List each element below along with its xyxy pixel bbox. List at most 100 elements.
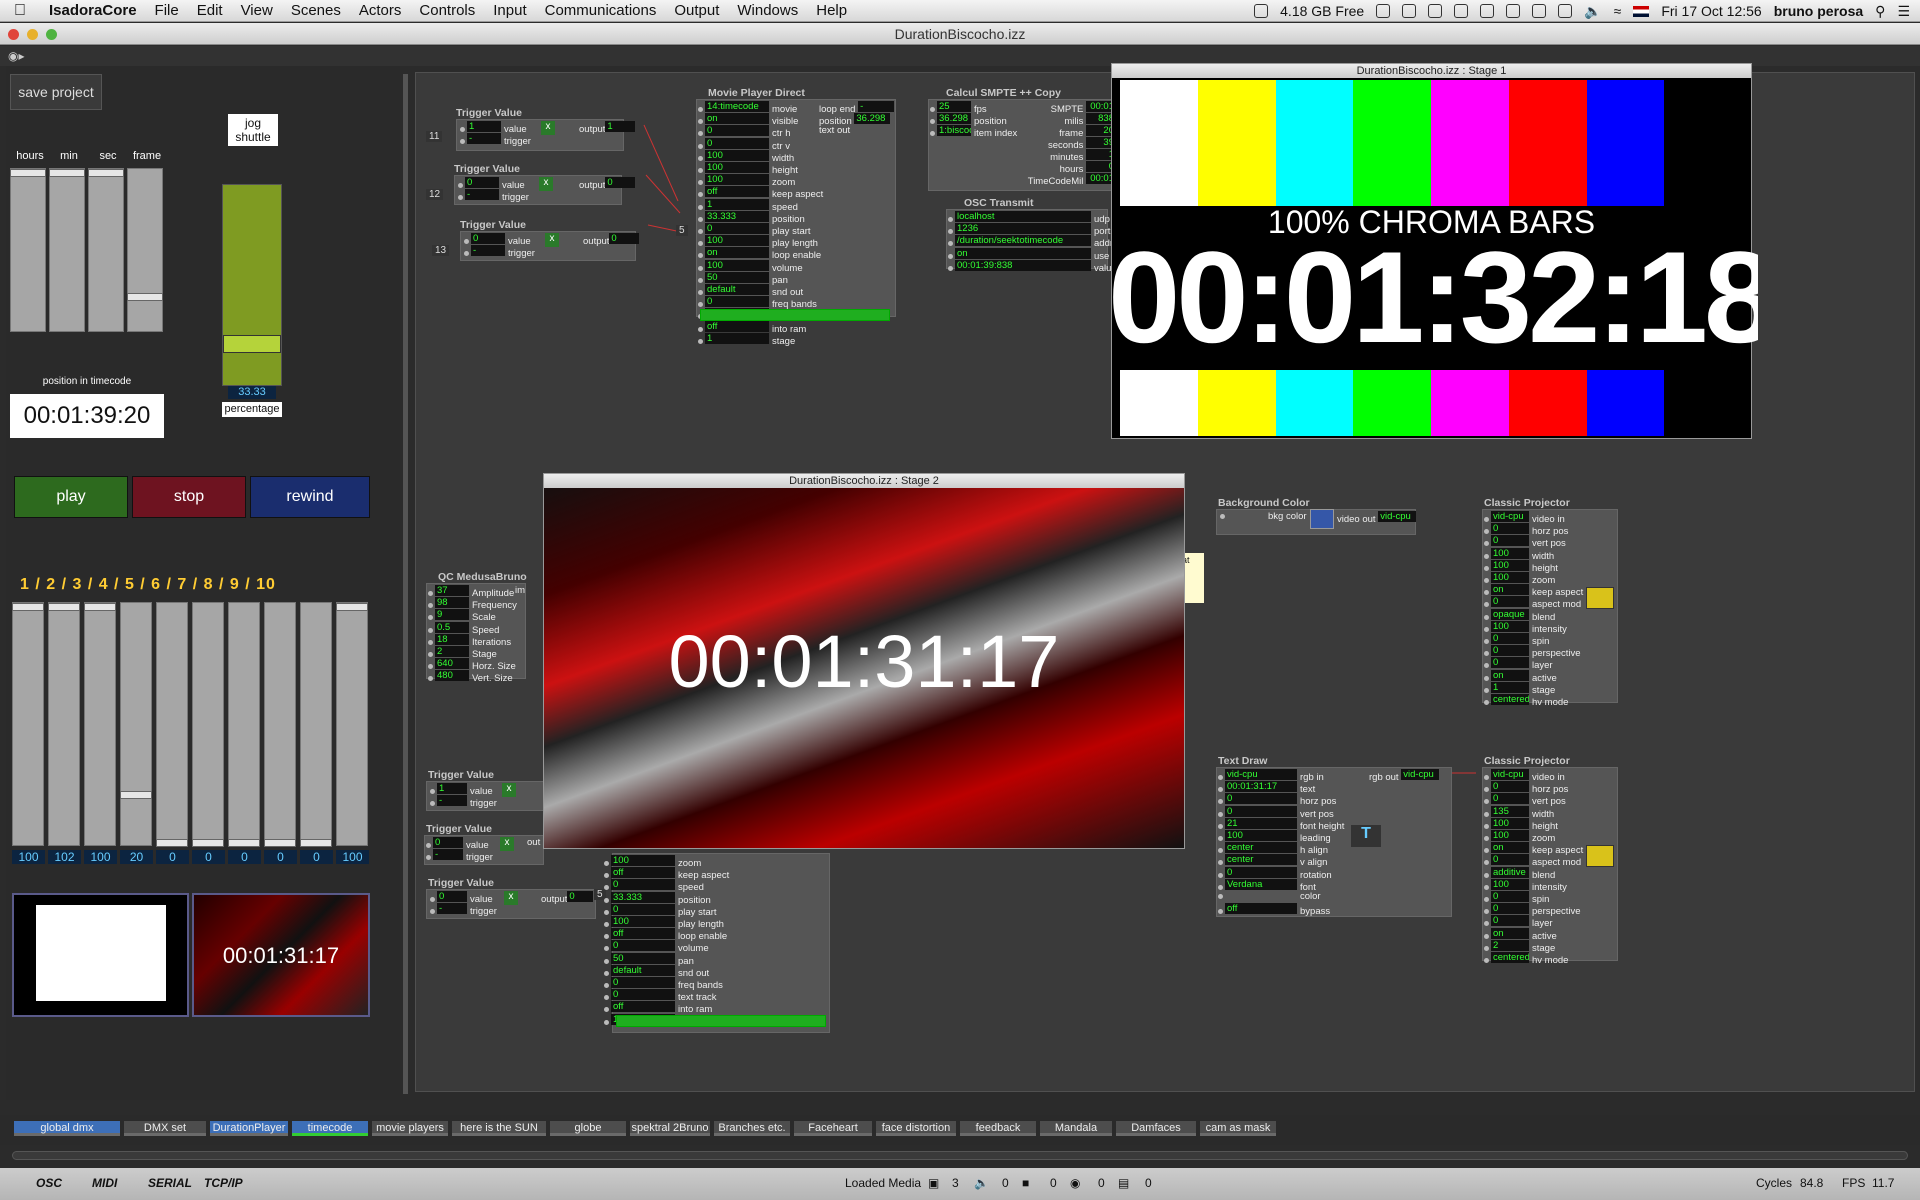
value-field[interactable]: 100 (1491, 817, 1529, 829)
movie-progress-bar[interactable] (700, 309, 890, 321)
record-icon[interactable] (1480, 4, 1495, 18)
minimize-window-icon[interactable] (27, 29, 38, 40)
display-icon[interactable] (1506, 4, 1521, 18)
value-field[interactable]: 100 (611, 916, 675, 927)
inlet-icon[interactable] (1484, 848, 1489, 854)
inlet-icon[interactable] (1218, 799, 1223, 805)
trigger-field[interactable]: - (465, 189, 499, 200)
value-field[interactable]: off (611, 1001, 675, 1013)
value-field[interactable]: vid-cpu (1225, 769, 1297, 780)
time-machine-icon[interactable] (1532, 4, 1547, 18)
sync-icon[interactable] (1376, 4, 1391, 18)
inlet-icon[interactable] (1218, 787, 1223, 793)
value-field[interactable]: 100 (1491, 559, 1529, 571)
value-field[interactable]: off (1225, 903, 1297, 915)
scene-tab[interactable]: timecode (292, 1121, 368, 1136)
value-field[interactable]: 0 (1491, 915, 1529, 927)
value-field[interactable]: 0 (1225, 805, 1297, 817)
inlet-icon[interactable] (604, 934, 609, 940)
value-field[interactable]: 100 (705, 174, 769, 186)
value-field[interactable]: 14:timecode (705, 101, 769, 112)
channel-fader-6[interactable] (192, 602, 224, 847)
hours-fader[interactable] (10, 168, 46, 332)
value-field[interactable]: 21 (1225, 817, 1297, 829)
menu-view[interactable]: View (232, 2, 282, 19)
inlet-icon[interactable] (458, 194, 463, 200)
fader-knob[interactable] (49, 169, 85, 177)
inlet-icon[interactable] (604, 909, 609, 915)
value-field[interactable]: /duration/seektotimecode (955, 235, 1091, 247)
inlet-icon[interactable] (1484, 860, 1489, 866)
value-field[interactable]: off (705, 320, 769, 332)
inlet-icon[interactable] (698, 326, 703, 332)
menu-scenes[interactable]: Scenes (282, 2, 350, 19)
inlet-icon[interactable] (698, 180, 703, 186)
jog-shuttle-slider[interactable] (222, 184, 282, 386)
stage2-preview[interactable]: 00:01:31:17 (192, 893, 370, 1017)
inlet-icon[interactable] (428, 603, 433, 609)
inlet-icon[interactable] (1218, 893, 1223, 899)
mail-icon[interactable] (1428, 4, 1443, 18)
value-field[interactable]: 100 (1491, 830, 1529, 841)
value-field[interactable]: 1 (467, 121, 501, 132)
inlet-icon[interactable] (698, 155, 703, 161)
value-field[interactable]: 0 (611, 977, 675, 988)
inlet-icon[interactable] (948, 253, 953, 259)
inlet-icon[interactable] (1218, 872, 1223, 878)
value-field[interactable]: 0 (437, 891, 467, 902)
value-field[interactable]: 100 (705, 235, 769, 247)
value-field[interactable]: 0 (1491, 657, 1529, 669)
inlet-icon[interactable] (1484, 651, 1489, 657)
inlet-icon[interactable] (698, 277, 703, 283)
inlet-icon[interactable] (1484, 529, 1489, 535)
inlet-icon[interactable] (1484, 590, 1489, 596)
value-field[interactable]: 0 (433, 837, 463, 848)
value-field[interactable]: 1 (437, 783, 467, 794)
value-field[interactable]: 100 (705, 162, 769, 173)
value-field[interactable]: center (1225, 842, 1297, 854)
inlet-icon[interactable] (604, 885, 609, 891)
value-field[interactable]: 0 (1491, 535, 1529, 547)
inlet-icon[interactable] (1484, 687, 1489, 693)
inlet-icon[interactable] (604, 995, 609, 1001)
value-field[interactable]: 100 (1491, 878, 1529, 890)
inlet-icon[interactable] (698, 143, 703, 149)
value-field[interactable]: on (1491, 927, 1529, 939)
inlet-icon[interactable] (698, 265, 703, 271)
dropbox-icon[interactable] (1402, 4, 1417, 18)
channel-fader-2[interactable] (48, 602, 80, 846)
trigger-field[interactable]: - (437, 795, 467, 806)
scene-tab[interactable]: globe (550, 1121, 626, 1136)
volume-icon[interactable]: 🔈 (1584, 3, 1601, 20)
channel-fader-10[interactable] (336, 602, 368, 846)
value-field[interactable]: 0 (1491, 903, 1529, 915)
value-field[interactable]: 100 (1491, 547, 1529, 559)
inlet-icon[interactable] (698, 302, 703, 308)
channel-fader-3[interactable] (84, 602, 116, 846)
value-field[interactable]: 9 (435, 609, 469, 621)
inlet-icon[interactable] (428, 627, 433, 633)
inlet-icon[interactable] (930, 106, 935, 112)
menu-file[interactable]: File (146, 2, 188, 19)
inlet-icon[interactable] (1484, 614, 1489, 620)
camera-icon[interactable]: ◉▸ (8, 49, 25, 63)
value-field[interactable]: 100 (1491, 620, 1529, 632)
inlet-icon[interactable] (430, 908, 435, 914)
stop-button[interactable]: stop (132, 476, 246, 518)
inlet-icon[interactable] (1484, 626, 1489, 632)
value-field[interactable]: 100 (1225, 830, 1297, 841)
menu-edit[interactable]: Edit (188, 2, 232, 19)
fader-knob[interactable] (120, 791, 152, 799)
value-field[interactable]: 0 (611, 940, 675, 952)
memory-free[interactable]: 4.18 GB Free (1280, 3, 1364, 19)
inlet-icon[interactable] (1484, 896, 1489, 902)
inlet-icon[interactable] (1484, 823, 1489, 829)
value-field[interactable]: off (611, 867, 675, 879)
inlet-icon[interactable] (604, 860, 609, 866)
value-field[interactable]: 0 (1491, 891, 1529, 902)
value-field[interactable]: 2 (435, 646, 469, 657)
inlet-icon[interactable] (1484, 933, 1489, 939)
zoom-window-icon[interactable] (46, 29, 57, 40)
memory-icon[interactable] (1254, 4, 1269, 18)
menu-windows[interactable]: Windows (728, 2, 807, 19)
